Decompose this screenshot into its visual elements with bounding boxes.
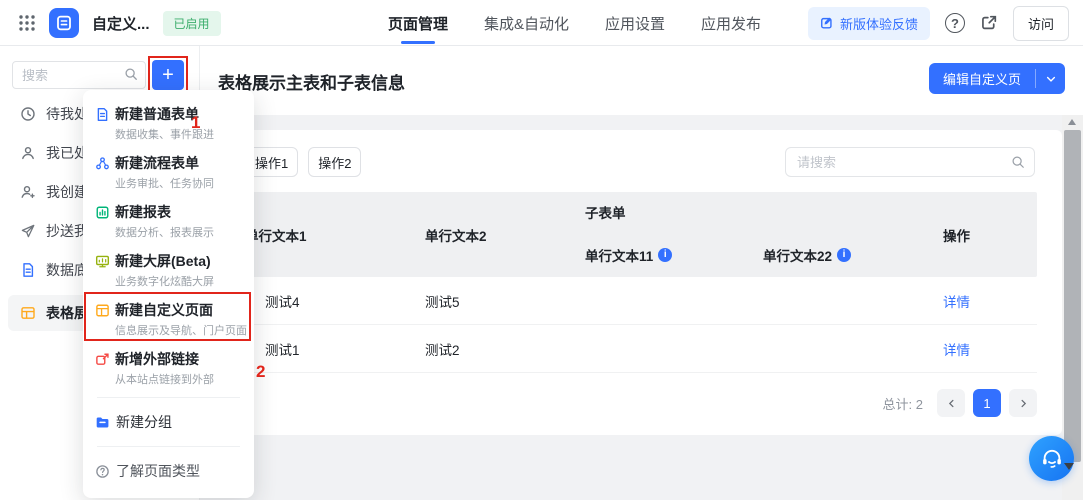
menu-item-report[interactable]: 新建报表 数据分析、报表展示 — [83, 196, 254, 245]
column-header: 单行文本1 — [245, 228, 307, 244]
custom-page-icon — [95, 303, 110, 318]
prev-page-button[interactable] — [937, 389, 965, 417]
scrollbar-thumb[interactable] — [1064, 130, 1081, 462]
top-navbar: 自定义... 已启用 页面管理 集成&自动化 应用设置 应用发布 新版体验反馈 … — [0, 0, 1083, 46]
table-search — [785, 147, 1035, 177]
column-header: 操作 — [943, 228, 970, 244]
report-icon — [95, 205, 110, 220]
document-icon — [20, 262, 36, 278]
column-group-header: 子表单 — [585, 206, 626, 221]
menu-item-new-group[interactable]: 新建分组 — [83, 403, 254, 441]
visit-button[interactable]: 访问 — [1012, 5, 1069, 41]
create-menu-dropdown: 新建普通表单 数据收集、事件跟进 新建流程表单 业务审批、任务协同 新建报表 数… — [83, 90, 254, 498]
table-icon — [20, 305, 36, 321]
detail-link[interactable]: 详情 — [943, 339, 970, 359]
help-icon[interactable]: ? — [944, 13, 965, 33]
table-header: 单行文本1 单行文本2 子表单 单行文本11 i 单行文本22 i 操作 — [233, 192, 1037, 277]
pagination: 总计: 2 1 — [883, 389, 1037, 417]
menu-divider — [97, 397, 240, 398]
send-icon — [20, 223, 36, 239]
sub-column-header: 单行文本11 i — [573, 232, 751, 277]
data-table: 单行文本1 单行文本2 子表单 单行文本11 i 单行文本22 i 操作 测试4… — [233, 192, 1037, 373]
info-icon[interactable]: i — [658, 247, 673, 262]
page-header: 表格展示主表和子表信息 编辑自定义页 — [200, 46, 1083, 115]
folder-icon — [95, 415, 110, 430]
bigscreen-icon — [95, 254, 110, 269]
menu-item-custom-page[interactable]: 新建自定义页面 信息展示及导航、门户页面 — [83, 294, 254, 343]
menu-item-learn-page-types[interactable]: 了解页面类型 — [83, 452, 254, 490]
scroll-up-icon[interactable] — [1068, 119, 1076, 125]
menu-item-external-link[interactable]: 新增外部链接 从本站点链接到外部 — [83, 343, 254, 392]
app-logo — [49, 8, 79, 38]
status-badge: 已启用 — [162, 10, 221, 36]
column-header: 单行文本2 — [425, 228, 487, 244]
annotation-step-2: 2 — [256, 362, 266, 381]
flow-icon — [95, 156, 110, 171]
feedback-edit-icon — [820, 16, 834, 30]
page-1-button[interactable]: 1 — [973, 389, 1001, 417]
feedback-button[interactable]: 新版体验反馈 — [807, 6, 930, 40]
collapse-widget-icon[interactable] — [1064, 463, 1074, 470]
menu-item-flow-form[interactable]: 新建流程表单 业务审批、任务协同 — [83, 147, 254, 196]
external-link-icon — [95, 352, 110, 367]
create-page-button[interactable]: + — [152, 60, 184, 90]
headset-icon — [1039, 446, 1065, 472]
app-title: 自定义... — [92, 15, 150, 33]
search-icon — [124, 67, 138, 86]
edit-custom-page-button[interactable]: 编辑自定义页 — [928, 63, 1065, 94]
menu-item-normal-form[interactable]: 新建普通表单 数据收集、事件跟进 — [83, 98, 254, 147]
tab-app-publish[interactable]: 应用发布 — [701, 0, 761, 46]
question-icon — [95, 464, 110, 479]
table-search-input[interactable] — [785, 147, 1035, 177]
nav-tabs: 页面管理 集成&自动化 应用设置 应用发布 — [388, 0, 761, 46]
app-launcher-grid-icon[interactable] — [18, 14, 36, 32]
next-page-button[interactable] — [1009, 389, 1037, 417]
menu-item-bigscreen[interactable]: 新建大屏(Beta) 业务数字化炫酷大屏 — [83, 245, 254, 294]
form-icon — [95, 107, 110, 122]
open-external-icon[interactable] — [980, 14, 998, 32]
detail-link[interactable]: 详情 — [943, 291, 970, 311]
menu-divider — [97, 446, 240, 447]
chevron-down-icon[interactable] — [1036, 63, 1065, 94]
sub-column-header: 单行文本22 i — [751, 232, 931, 277]
user-plus-icon — [20, 184, 36, 200]
tab-app-settings[interactable]: 应用设置 — [605, 0, 665, 46]
search-icon — [1011, 155, 1025, 174]
tab-integration-automation[interactable]: 集成&自动化 — [484, 0, 569, 46]
clock-icon — [20, 106, 36, 122]
user-icon — [20, 145, 36, 161]
annotation-step-1: 1 — [191, 113, 201, 132]
info-icon[interactable]: i — [837, 247, 852, 262]
action-button-2[interactable]: 操作2 — [308, 147, 362, 177]
table-card: 操作1 操作2 单行文本1 单行文本2 子表单 单行文本11 i 单行文本22 — [218, 130, 1062, 435]
pagination-total: 总计: 2 — [882, 396, 923, 412]
table-row: 测试1 测试2 详情 — [233, 325, 1037, 373]
table-row: 测试4 测试5 详情 — [233, 277, 1037, 325]
main-content: 表格展示主表和子表信息 编辑自定义页 操作 1 操作2 单行文本1 单行文本2 — [200, 46, 1083, 500]
tab-page-management[interactable]: 页面管理 — [388, 0, 448, 46]
customer-service-button[interactable] — [1029, 436, 1074, 481]
